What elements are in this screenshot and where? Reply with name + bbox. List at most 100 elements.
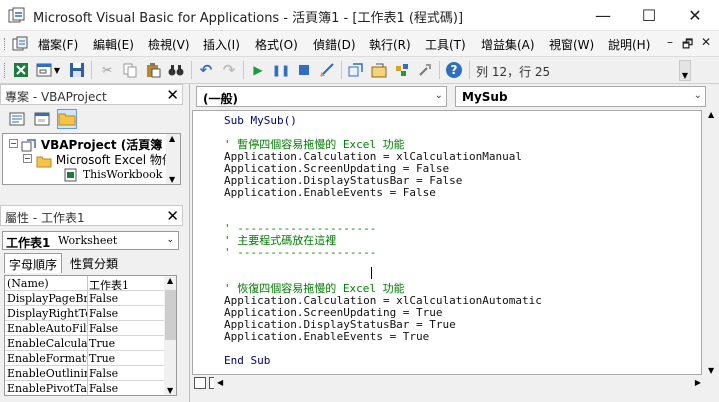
menu-window[interactable]: 視窗(W) (549, 36, 594, 53)
object-browser-button[interactable] (392, 60, 412, 80)
property-row[interactable]: EnablePivotTableFalse (5, 381, 164, 395)
stop-icon (299, 65, 309, 75)
break-button[interactable]: ❚❚ (271, 60, 291, 80)
cut-button[interactable]: ✂ (97, 60, 117, 80)
find-button[interactable] (166, 60, 186, 80)
excel-icon (14, 63, 28, 77)
object-combo-value: (一般) (203, 92, 238, 106)
procedure-combo[interactable]: MySub ⌄ (455, 86, 706, 107)
minimize-button[interactable]: — (580, 0, 626, 31)
design-mode-button[interactable] (317, 60, 337, 80)
toolbox-button[interactable] (415, 60, 435, 80)
code-line: Sub MySub() (224, 114, 297, 127)
chevron-down-icon: ▼ (53, 65, 61, 75)
help-button[interactable]: ? (444, 60, 464, 80)
code-window: (一般) ⌄ MySub ⌄ Sub MySub() ' 暫停四個容易拖慢的 Ex… (189, 84, 719, 402)
folder-icon (36, 156, 52, 167)
toolbar-separator (439, 61, 440, 79)
maximize-icon: ☐ (641, 6, 657, 25)
chevron-down-icon: ▼ (169, 175, 176, 184)
tree-label-thisworkbook: ThisWorkbook (82, 168, 163, 181)
tab-categorized[interactable]: 性質分類 (66, 253, 122, 273)
tree-node-excel-objects[interactable]: Microsoft Excel 物件 (36, 151, 174, 168)
close-icon: ✕ (688, 6, 702, 25)
code-horizontal-scrollbar[interactable]: ◀ ▶ (214, 376, 704, 391)
run-button[interactable]: ▶ (248, 60, 268, 80)
chevron-up-icon: ▲ (167, 276, 174, 285)
view-excel-button[interactable] (11, 60, 31, 80)
menu-addins[interactable]: 增益集(A) (481, 36, 535, 53)
reset-button[interactable] (294, 60, 314, 80)
save-icon (70, 63, 84, 77)
project-tree-scrollbar[interactable]: ▲ ▼ (166, 134, 180, 184)
properties-close-icon[interactable]: ✕ (166, 207, 179, 225)
procedure-view-button[interactable] (194, 377, 206, 389)
menu-format[interactable]: 格式(O) (255, 36, 298, 53)
project-explorer-toolbar (0, 106, 183, 132)
collapse-icon[interactable]: − (9, 139, 18, 148)
chevron-right-icon: ▶ (694, 378, 701, 387)
menu-file[interactable]: 檔案(F) (38, 36, 78, 53)
view-object-button[interactable] (32, 109, 52, 129)
toggle-folders-button[interactable] (57, 109, 77, 129)
svg-text:?: ? (451, 63, 458, 77)
code-line: ' --------------------- (224, 246, 377, 259)
code-editor[interactable]: Sub MySub() ' 暫停四個容易拖慢的 Excel 功能 Applicati… (192, 110, 702, 375)
property-row[interactable]: EnableAutoFilterFalse (5, 321, 164, 336)
scroll-thumb[interactable] (165, 290, 176, 340)
close-button[interactable]: ✕ (672, 0, 718, 31)
tree-node-thisworkbook[interactable]: ThisWorkbook (63, 167, 162, 182)
chevron-down-icon: ⌄ (434, 90, 443, 101)
module-icon[interactable] (12, 36, 28, 52)
window-title: Microsoft Visual Basic for Applications … (33, 11, 464, 26)
redo-button[interactable]: ↷ (219, 60, 239, 80)
properties-title: 屬性 - 工作表1 (5, 211, 85, 225)
property-row[interactable]: EnableCalculationTrue (5, 336, 164, 351)
menu-insert[interactable]: 插入(I) (203, 36, 240, 53)
collapse-icon[interactable]: − (23, 154, 32, 163)
properties-window-button[interactable] (369, 60, 389, 80)
property-row[interactable]: EnableFormatConditionsCalculationTrue (5, 351, 164, 366)
properties-icon (371, 63, 387, 78)
property-row[interactable]: DisplayRightToLeftFalse (5, 306, 164, 321)
toolbar-separator (91, 61, 92, 79)
help-icon: ? (446, 62, 462, 78)
property-row[interactable]: EnableOutliningFalse (5, 366, 164, 381)
object-combo[interactable]: (一般) ⌄ (196, 86, 447, 107)
toolbar-grip[interactable] (4, 63, 7, 78)
undo-icon: ↶ (199, 61, 213, 79)
paste-button[interactable] (143, 60, 163, 80)
copy-button[interactable] (120, 60, 140, 80)
clipboard-icon (147, 63, 161, 78)
project-explorer-close-icon[interactable]: ✕ (166, 86, 179, 104)
project-explorer-header: 專案 - VBAProject ✕ (0, 84, 183, 105)
menu-debug[interactable]: 偵錯(D) (313, 36, 356, 53)
mdi-minimize-button[interactable]: – (667, 35, 673, 49)
mdi-restore-button[interactable]: 🗗 (682, 35, 693, 56)
menu-tools[interactable]: 工具(T) (425, 36, 466, 53)
insert-dropdown-button[interactable]: ▼ (52, 60, 62, 80)
code-vertical-scrollbar[interactable]: ▲ ▼ (704, 110, 719, 375)
menu-help[interactable]: 說明(H) (608, 36, 650, 53)
properties-object-select[interactable]: 工作表1 Worksheet ⌄ (2, 231, 179, 250)
project-explorer-button[interactable] (346, 60, 366, 80)
toolbar-options-button[interactable]: ▼ (679, 60, 691, 81)
code-line: End Sub (224, 354, 271, 367)
menu-run[interactable]: 執行(R) (369, 36, 411, 53)
procedure-combo-value: MySub (462, 90, 508, 104)
save-button[interactable] (67, 60, 87, 80)
redo-icon: ↷ (222, 61, 236, 79)
insert-userform-button[interactable] (34, 60, 54, 80)
view-code-button[interactable] (7, 109, 27, 129)
tab-alphabetic[interactable]: 字母順序 (4, 253, 63, 273)
menu-bar: 檔案(F) 編輯(E) 檢視(V) 插入(I) 格式(O) 偵錯(D) 執行(R… (0, 31, 719, 57)
maximize-button[interactable]: ☐ (626, 0, 672, 31)
undo-button[interactable]: ↶ (196, 60, 216, 80)
property-row[interactable]: (Name) 工作表1 (5, 276, 164, 292)
menu-grip[interactable] (4, 38, 7, 50)
properties-scrollbar[interactable]: ▲ ▼ (164, 276, 176, 395)
property-row[interactable]: DisplayPageBreaksFalse (5, 291, 164, 306)
menu-view[interactable]: 檢視(V) (148, 36, 190, 53)
menu-edit[interactable]: 編輯(E) (93, 36, 134, 53)
mdi-close-button[interactable]: ✕ (701, 35, 711, 49)
